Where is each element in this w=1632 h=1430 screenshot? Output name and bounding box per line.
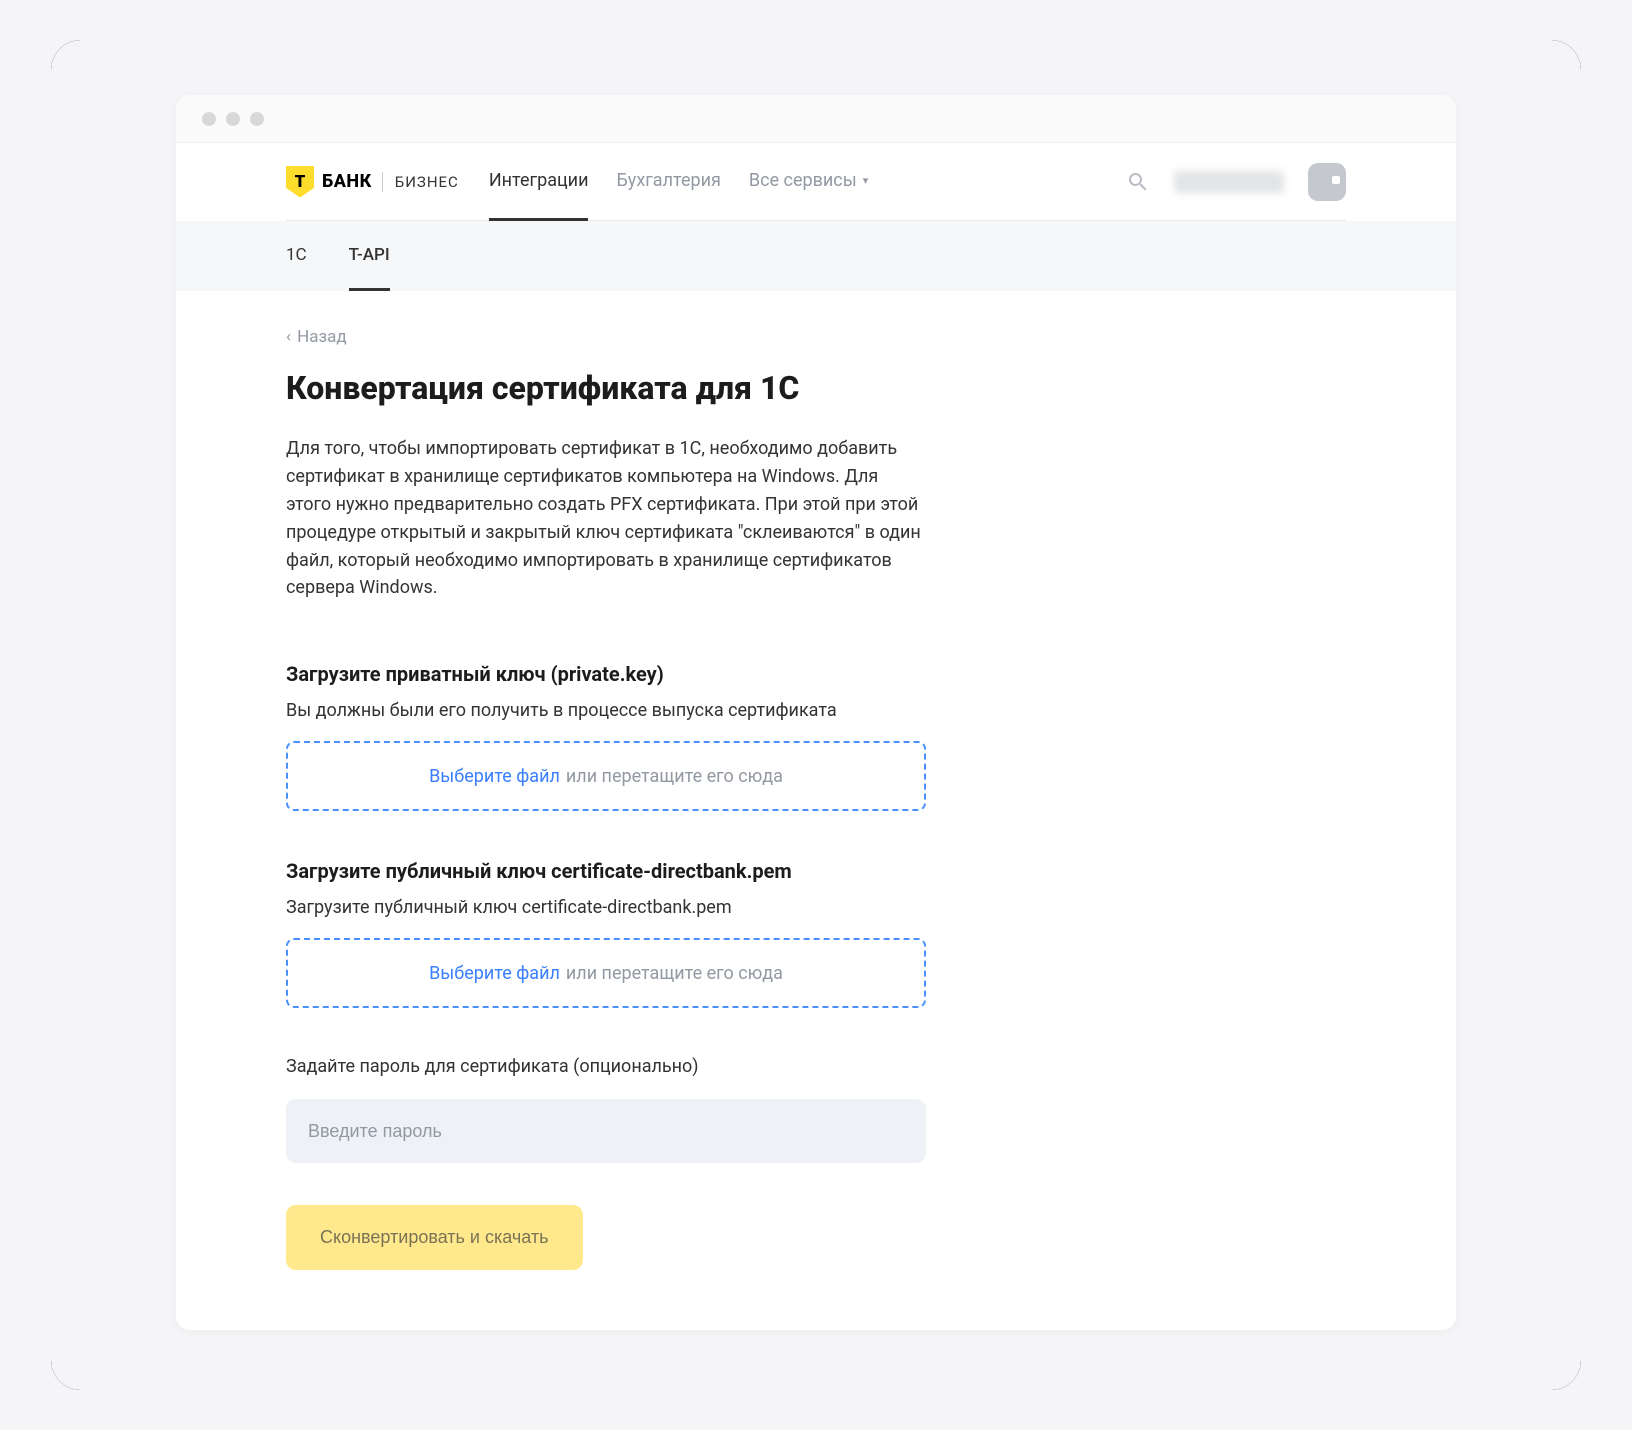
subnav-row: 1С T-API — [286, 221, 1346, 291]
main-nav: Интеграции Бухгалтерия Все сервисы ▾ — [489, 143, 1126, 221]
back-link[interactable]: ‹ Назад — [286, 327, 347, 347]
browser-titlebar — [176, 95, 1456, 143]
back-label: Назад — [297, 327, 347, 347]
private-key-dropzone[interactable]: Выберите файл или перетащите его сюда — [286, 741, 926, 811]
header-right — [1126, 163, 1346, 201]
subnav-bar: 1С T-API — [176, 221, 1456, 291]
public-key-choose-file: Выберите файл — [429, 963, 560, 984]
outer-frame: Т БАНК БИЗНЕС Интеграции Бухгалтерия Все… — [51, 40, 1581, 1390]
window-controls — [202, 112, 264, 126]
convert-button[interactable]: Сконвертировать и скачать — [286, 1205, 583, 1270]
wallet-icon[interactable] — [1308, 163, 1346, 201]
private-key-drop-rest: или перетащите его сюда — [566, 766, 783, 787]
chevron-left-icon: ‹ — [286, 327, 291, 347]
window-minimize-dot[interactable] — [226, 112, 240, 126]
header-row: Т БАНК БИЗНЕС Интеграции Бухгалтерия Все… — [286, 143, 1346, 221]
page-description: Для того, чтобы импортировать сертификат… — [286, 435, 926, 602]
window-close-dot[interactable] — [202, 112, 216, 126]
logo-divider — [382, 172, 383, 192]
chevron-down-icon: ▾ — [863, 174, 869, 187]
app-header: Т БАНК БИЗНЕС Интеграции Бухгалтерия Все… — [176, 143, 1456, 221]
page-title: Конвертация сертификата для 1С — [286, 369, 1346, 407]
public-key-drop-rest: или перетащите его сюда — [566, 963, 783, 984]
private-key-choose-file: Выберите файл — [429, 766, 560, 787]
password-label: Задайте пароль для сертификата (опционал… — [286, 1056, 1346, 1077]
public-key-heading: Загрузите публичный ключ certificate-dir… — [286, 859, 1346, 883]
user-name-blurred — [1174, 171, 1284, 193]
subnav-1c[interactable]: 1С — [286, 221, 307, 291]
window-maximize-dot[interactable] — [250, 112, 264, 126]
nav-accounting[interactable]: Бухгалтерия — [616, 143, 720, 221]
subnav-tapi[interactable]: T-API — [349, 221, 390, 291]
browser-window: Т БАНК БИЗНЕС Интеграции Бухгалтерия Все… — [176, 95, 1456, 1330]
nav-all-services-label: Все сервисы — [749, 170, 857, 191]
private-key-hint: Вы должны были его получить в процессе в… — [286, 700, 1346, 721]
logo[interactable]: Т БАНК БИЗНЕС — [286, 166, 459, 198]
nav-integrations[interactable]: Интеграции — [489, 143, 589, 221]
page-content: ‹ Назад Конвертация сертификата для 1С Д… — [176, 291, 1456, 1330]
public-key-hint: Загрузите публичный ключ certificate-dir… — [286, 897, 1346, 918]
password-input[interactable] — [286, 1099, 926, 1163]
search-icon[interactable] — [1126, 170, 1150, 194]
logo-shield-icon: Т — [286, 166, 314, 198]
logo-sub-text: БИЗНЕС — [395, 173, 459, 191]
public-key-dropzone[interactable]: Выберите файл или перетащите его сюда — [286, 938, 926, 1008]
private-key-heading: Загрузите приватный ключ (private.key) — [286, 662, 1346, 686]
logo-bank-text: БАНК — [322, 171, 372, 192]
app-container: Т БАНК БИЗНЕС Интеграции Бухгалтерия Все… — [51, 40, 1581, 1390]
nav-all-services[interactable]: Все сервисы ▾ — [749, 143, 868, 221]
